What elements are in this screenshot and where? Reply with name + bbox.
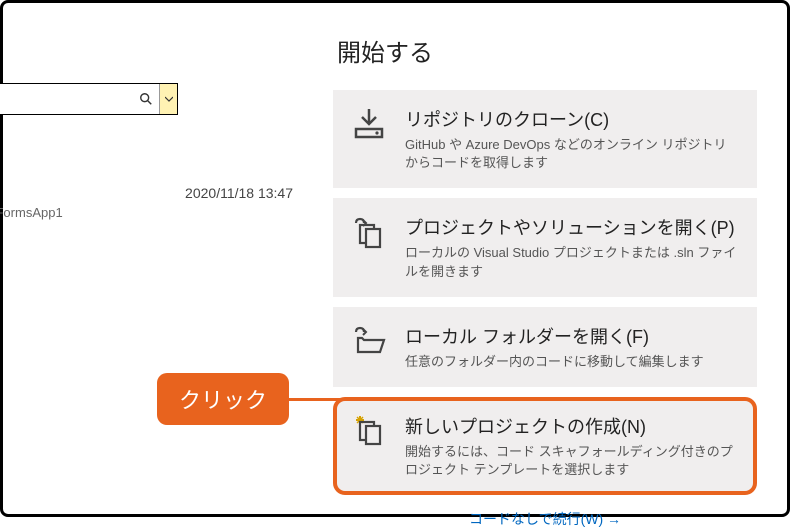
card-title: ローカル フォルダーを開く(F): [405, 323, 739, 349]
recent-item[interactable]: sln 2020/11/18 13:47 repos¥WindowsFormsA…: [0, 185, 293, 220]
clone-repo-card[interactable]: リポジトリのクローン(C) GitHub や Azure DevOps などのオ…: [333, 90, 757, 188]
card-title: リポジトリのクローン(C): [405, 106, 739, 132]
recent-item-path: repos¥WindowsFormsApp1: [0, 205, 293, 220]
open-project-card[interactable]: プロジェクトやソリューションを開く(P) ローカルの Visual Studio…: [333, 198, 757, 296]
card-desc: 開始するには、コード スキャフォールディング付きのプロジェクト テンプレートを選…: [405, 443, 739, 479]
search-input[interactable]: [0, 84, 133, 114]
get-started-heading: 開始する: [337, 33, 757, 68]
open-folder-card[interactable]: ローカル フォルダーを開く(F) 任意のフォルダー内のコードに移動して編集します: [333, 307, 757, 387]
continue-link-text[interactable]: コードなしで続行(W) →: [469, 511, 621, 527]
card-title: 新しいプロジェクトの作成(N): [405, 413, 739, 439]
card-desc: ローカルの Visual Studio プロジェクトまたは .sln ファイルを…: [405, 244, 739, 280]
search-box[interactable]: [0, 83, 178, 115]
search-dropdown-icon[interactable]: [159, 84, 177, 114]
callout-label: クリック: [157, 373, 289, 425]
recent-item-date: 2020/11/18 13:47: [185, 185, 293, 201]
search-icon[interactable]: [133, 84, 159, 114]
card-desc: GitHub や Azure DevOps などのオンライン リポジトリからコー…: [405, 136, 739, 172]
card-desc: 任意のフォルダー内のコードに移動して編集します: [405, 353, 739, 371]
continue-without-code[interactable]: コードなしで続行(W) →: [333, 509, 757, 529]
clone-icon: [351, 106, 387, 142]
open-project-icon: [351, 214, 387, 250]
new-project-card[interactable]: 新しいプロジェクトの作成(N) 開始するには、コード スキャフォールディング付き…: [333, 397, 757, 495]
open-folder-icon: [351, 323, 387, 359]
annotation-callout: クリック: [157, 373, 367, 425]
card-title: プロジェクトやソリューションを開く(P): [405, 214, 739, 240]
callout-line: [289, 398, 367, 401]
